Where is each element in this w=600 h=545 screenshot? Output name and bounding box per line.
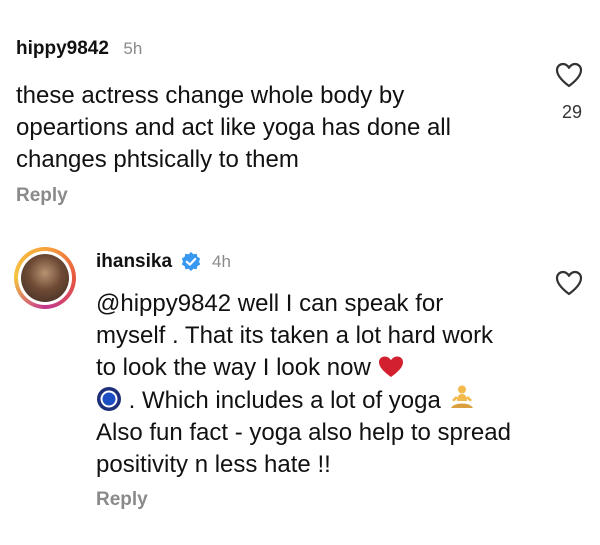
- reply-button[interactable]: Reply: [16, 185, 68, 207]
- comment-meta: hippy9842 5h: [16, 38, 142, 60]
- comment-text-line3: Also fun fact - yoga also help to spread…: [96, 419, 511, 478]
- comment-time: 4h: [212, 252, 231, 271]
- verified-badge-icon: [181, 252, 201, 271]
- comment-text-line2: . Which includes a lot of yoga: [128, 387, 441, 414]
- comment-username[interactable]: ihansika: [96, 251, 172, 273]
- reply-button[interactable]: Reply: [96, 489, 148, 511]
- red-heart-emoji: [378, 356, 403, 377]
- heart-outline-icon[interactable]: [555, 270, 583, 296]
- comment-text: these actress change whole body by opear…: [16, 82, 451, 173]
- comment-meta: ihansika 4h: [96, 251, 231, 273]
- heart-outline-icon[interactable]: [555, 62, 583, 88]
- avatar[interactable]: [14, 247, 76, 309]
- avatar-photo: [21, 254, 69, 302]
- comment-text: @hippy9842 well I can speak for myself .…: [96, 288, 516, 481]
- blue-circle-emoji: [97, 387, 121, 411]
- comment-text-line1: @hippy9842 well I can speak for myself .…: [96, 290, 494, 381]
- comment-time: 5h: [123, 39, 143, 58]
- comment-username[interactable]: hippy9842: [16, 38, 109, 59]
- person-in-lotus-position-emoji: [450, 385, 473, 408]
- like-count: 29: [561, 102, 582, 122]
